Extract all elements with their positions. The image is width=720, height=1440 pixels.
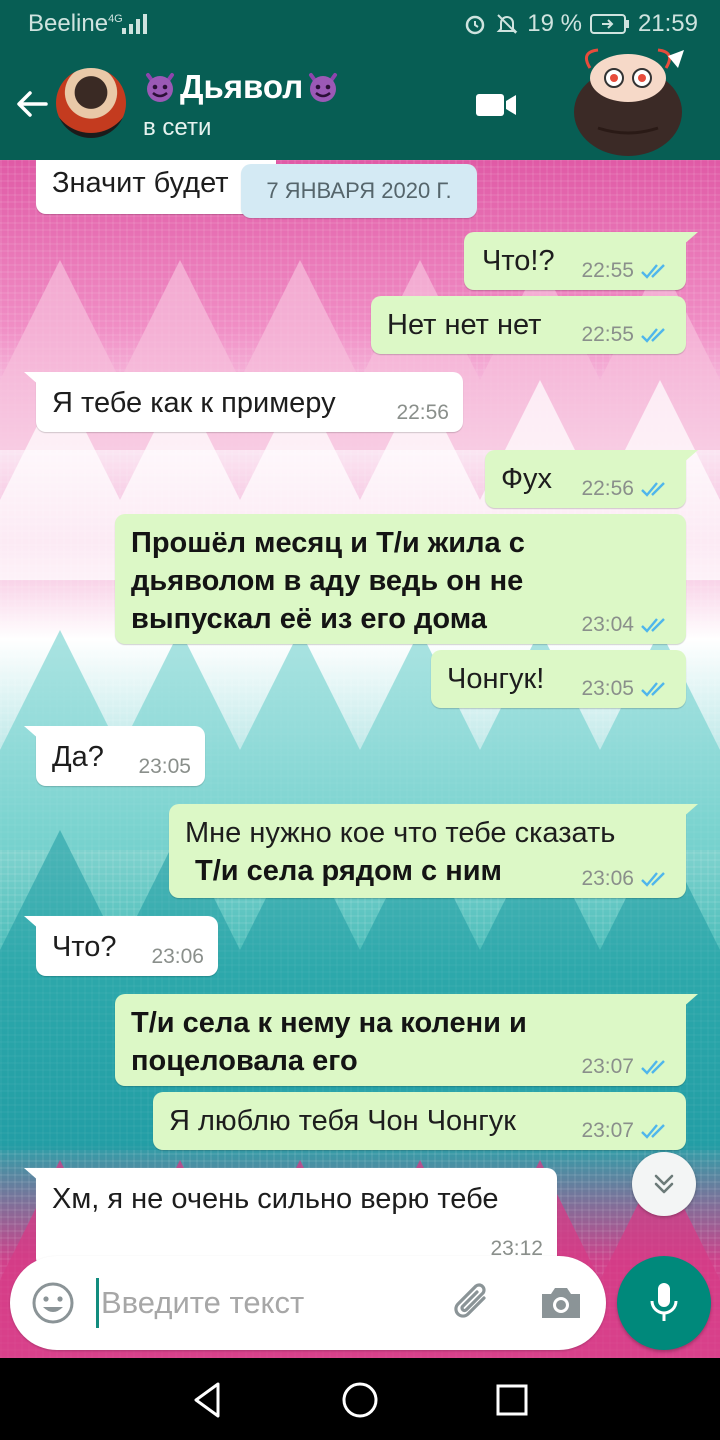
message-incoming[interactable]: Значит будет [36, 160, 276, 214]
attach-icon[interactable] [450, 1278, 496, 1328]
message-text: Т/и села к нему на колени и [131, 1007, 527, 1039]
message-composer [10, 1256, 606, 1350]
nav-recents-icon[interactable] [490, 1378, 534, 1422]
message-input[interactable] [96, 1278, 426, 1328]
bubble-tail [24, 916, 40, 930]
nav-back-icon[interactable] [186, 1378, 230, 1422]
message-outgoing[interactable]: Чонгук! 23:05 [431, 650, 686, 708]
bubble-tail [682, 994, 698, 1008]
bubble-tail [24, 1168, 40, 1182]
scroll-down-icon [654, 1174, 674, 1194]
message-meta: 22:55 [581, 260, 672, 282]
devil-emoji-icon [146, 73, 174, 102]
message-meta: 22:56 [396, 401, 449, 424]
double-check-icon [641, 682, 665, 697]
message-outgoing[interactable]: Мне нужно кое что тебе сказать Т/и села … [169, 804, 698, 898]
battery-percent: 19 % [527, 10, 582, 37]
message-outgoing[interactable]: Прошёл месяц и Т/и жила с дьяволом в аду… [115, 514, 686, 644]
message-incoming[interactable]: Я тебе как к примеру 22:56 [24, 372, 463, 432]
scroll-down-button[interactable] [632, 1152, 696, 1216]
message-meta: 22:56 [581, 478, 672, 500]
clock: 21:59 [637, 10, 698, 37]
system-nav-bar [0, 1358, 720, 1440]
back-arrow-icon[interactable] [12, 84, 52, 124]
carrier-label: Beeline4G [28, 10, 123, 37]
message-incoming[interactable]: Да? 23:05 [24, 726, 205, 786]
sticker-image [574, 48, 684, 156]
message-meta: 23:07 [581, 1120, 672, 1142]
double-check-icon [641, 872, 665, 887]
bubble-tail [682, 450, 698, 464]
signal-icon [122, 14, 147, 34]
video-call-icon[interactable] [474, 90, 518, 120]
bubble-tail [24, 372, 40, 386]
bubble-tail [682, 804, 698, 818]
message-text: Хм, я не очень сильно верю тебе [52, 1183, 499, 1215]
bubble-tail [682, 232, 698, 246]
contact-status: в сети [143, 114, 212, 141]
message-outgoing[interactable]: Фух 22:56 [485, 450, 698, 508]
battery-icon [589, 14, 629, 34]
message-meta: 23:06 [151, 945, 204, 968]
devil-emoji-icon [309, 73, 338, 102]
contact-name[interactable]: Дьявол [142, 68, 341, 106]
double-check-icon [641, 1060, 665, 1075]
composer [0, 1240, 720, 1358]
message-outgoing[interactable]: Я люблю тебя Чон Чонгук 23:07 [153, 1092, 686, 1150]
double-check-icon [641, 482, 665, 497]
alarm-icon [465, 15, 485, 35]
mute-bell-icon [496, 14, 518, 34]
message-incoming[interactable]: Что? 23:06 [24, 916, 218, 976]
double-check-icon [641, 1124, 665, 1139]
message-outgoing[interactable]: Т/и села к нему на колени и поцеловала е… [115, 994, 698, 1086]
message-meta: 23:06 [581, 868, 672, 890]
camera-icon[interactable] [538, 1280, 584, 1326]
status-bar: Beeline4G 19 % 21:59 [0, 0, 720, 48]
chat-area[interactable]: Значит будет 7 ЯНВАРЯ 2020 Г. Что!? 22:5… [0, 160, 720, 1358]
chat-header: Дьявол в сети [0, 48, 720, 160]
message-meta: 23:05 [581, 678, 672, 700]
mic-icon [650, 1283, 678, 1321]
contact-avatar[interactable] [56, 68, 126, 138]
message-meta: 23:07 [581, 1056, 672, 1078]
message-outgoing[interactable]: Что!? 22:55 [464, 232, 698, 290]
message-meta: 23:05 [138, 755, 191, 778]
mic-button[interactable] [617, 1256, 711, 1350]
double-check-icon [641, 328, 665, 343]
date-chip: 7 ЯНВАРЯ 2020 Г. [241, 164, 477, 218]
double-check-icon [641, 264, 665, 279]
message-outgoing[interactable]: Нет нет нет 22:55 [371, 296, 686, 354]
bubble-tail [24, 726, 40, 740]
message-meta: 23:04 [581, 614, 672, 636]
emoji-icon[interactable] [30, 1280, 76, 1326]
double-check-icon [641, 618, 665, 633]
nav-home-icon[interactable] [338, 1378, 382, 1422]
message-text: дьяволом в аду ведь он не [131, 565, 524, 597]
message-text: Прошёл месяц и Т/и жила с [131, 527, 525, 559]
message-text: Мне нужно кое что тебе сказать [185, 817, 616, 849]
message-meta: 22:55 [581, 324, 672, 346]
